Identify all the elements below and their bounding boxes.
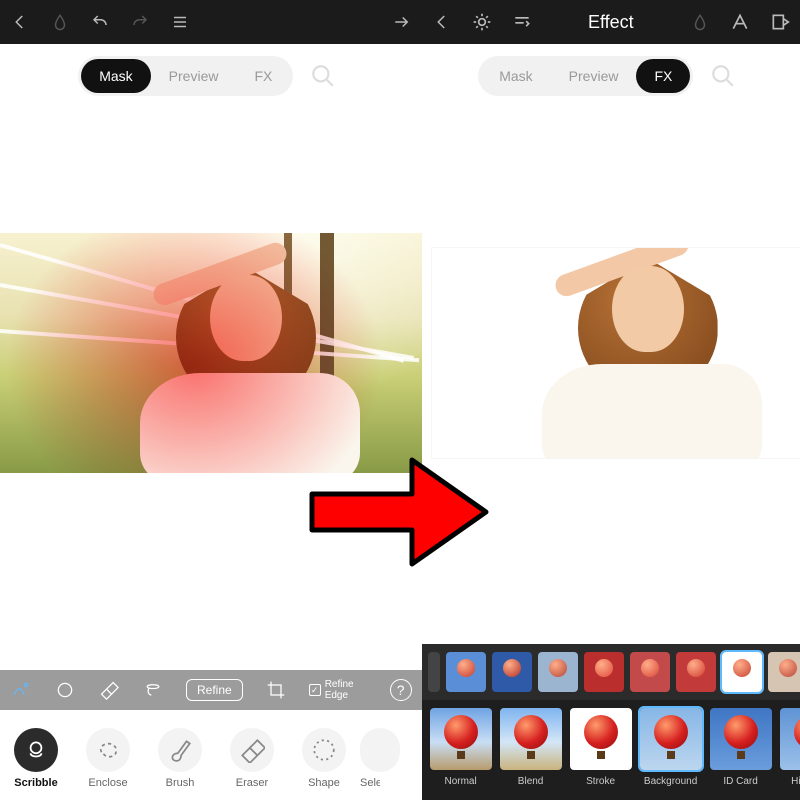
effect-thumb-e1[interactable] <box>446 652 486 692</box>
right-seg: Mask Preview FX <box>478 56 693 96</box>
scribble-keep-icon[interactable] <box>10 679 32 701</box>
adjust-icon[interactable] <box>428 652 440 692</box>
right-topbar: Effect <box>422 0 800 44</box>
left-photo <box>0 233 422 473</box>
tool-shape[interactable]: Shape <box>288 728 360 789</box>
effect-highlight[interactable]: Highlight <box>780 708 800 787</box>
refine-button[interactable]: Refine <box>186 679 243 701</box>
effect-thumb-e3[interactable] <box>538 652 578 692</box>
zoom-icon[interactable] <box>303 56 343 96</box>
right-seg-row: Mask Preview FX <box>422 44 800 108</box>
back-icon[interactable] <box>422 0 462 44</box>
undo-icon[interactable] <box>80 0 120 44</box>
effect-thumb-e2[interactable] <box>492 652 532 692</box>
effect-label: Normal <box>444 776 476 787</box>
text-style-icon[interactable] <box>720 0 760 44</box>
seg-mask[interactable]: Mask <box>481 59 550 93</box>
help-icon[interactable]: ? <box>390 679 412 701</box>
eraser-small-icon[interactable] <box>98 679 120 701</box>
refine-edge-checkbox[interactable]: Refine Edge <box>309 679 354 701</box>
tool-select[interactable]: Select <box>360 728 400 789</box>
left-canvas[interactable] <box>0 108 422 670</box>
effect-stroke[interactable]: Stroke <box>570 708 632 787</box>
redo-icon[interactable] <box>120 0 160 44</box>
crop-icon[interactable] <box>265 679 287 701</box>
tool-scribble[interactable]: Scribble <box>0 728 72 789</box>
list-icon[interactable] <box>160 0 200 44</box>
left-topbar <box>0 0 422 44</box>
effect-label: ID Card <box>723 776 757 787</box>
effect-label: Highlight <box>791 776 800 787</box>
tool-eraser[interactable]: Eraser <box>216 728 288 789</box>
effect-label: Stroke <box>586 776 615 787</box>
effect-idcard[interactable]: ID Card <box>710 708 772 787</box>
effects-small-strip <box>422 644 800 700</box>
left-seg-row: Mask Preview FX <box>0 44 422 108</box>
lasso-icon[interactable] <box>142 679 164 701</box>
back-icon[interactable] <box>0 0 40 44</box>
forward-icon[interactable] <box>382 0 422 44</box>
brightness-icon[interactable] <box>462 0 502 44</box>
effect-label: Background <box>644 776 697 787</box>
seg-preview[interactable]: Preview <box>151 59 237 93</box>
effect-thumb-e7[interactable] <box>722 652 762 692</box>
drop-icon[interactable] <box>40 0 80 44</box>
left-tool-options: Refine Refine Edge ? <box>0 670 422 710</box>
effect-thumb-e6[interactable] <box>676 652 716 692</box>
scribble-remove-icon[interactable] <box>54 679 76 701</box>
effect-thumb-e4[interactable] <box>584 652 624 692</box>
page-title: Effect <box>542 12 680 33</box>
left-seg: Mask Preview FX <box>78 56 293 96</box>
effect-label: Blend <box>518 776 544 787</box>
seg-fx[interactable]: FX <box>636 59 690 93</box>
seg-mask[interactable]: Mask <box>81 59 150 93</box>
effect-normal[interactable]: Normal <box>430 708 492 787</box>
effect-blend[interactable]: Blend <box>500 708 562 787</box>
effect-thumb-e5[interactable] <box>630 652 670 692</box>
effect-thumb-e8[interactable] <box>768 652 800 692</box>
tool-brush[interactable]: Brush <box>144 728 216 789</box>
sort-icon[interactable] <box>502 0 542 44</box>
left-tools: Scribble Enclose Brush Eraser Shape Sele… <box>0 710 422 800</box>
effect-background[interactable]: Background <box>640 708 702 787</box>
seg-preview[interactable]: Preview <box>551 59 637 93</box>
zoom-icon[interactable] <box>703 56 743 96</box>
drop-icon[interactable] <box>680 0 720 44</box>
effects-big-strip: Normal Blend Stroke Background ID Card Highli… <box>422 700 800 800</box>
right-photo <box>432 248 800 458</box>
tool-enclose[interactable]: Enclose <box>72 728 144 789</box>
seg-fx[interactable]: FX <box>236 59 290 93</box>
export-icon[interactable] <box>760 0 800 44</box>
